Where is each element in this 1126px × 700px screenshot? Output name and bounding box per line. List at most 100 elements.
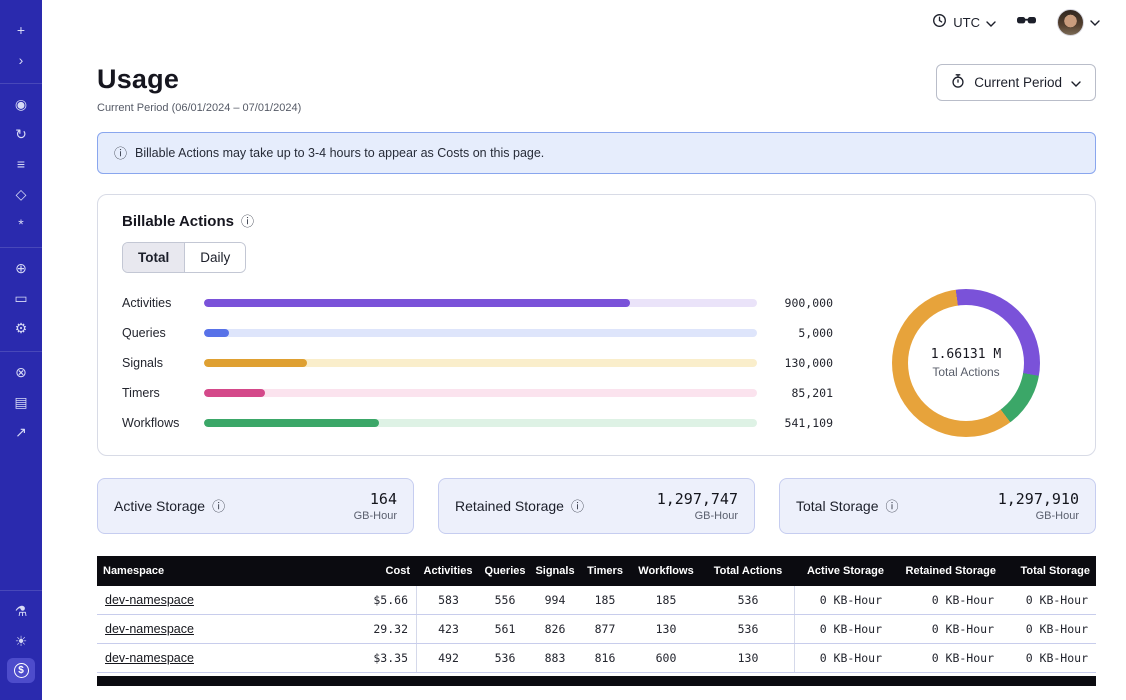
cell-activities: 423 xyxy=(416,615,480,643)
sidebar-group-brand: +› xyxy=(0,10,42,79)
storage-card-retained-storage: Retained Storageⓘ1,297,747GB-Hour xyxy=(438,478,755,534)
user-menu[interactable] xyxy=(1057,9,1100,36)
period-selector-button[interactable]: Current Period xyxy=(936,64,1096,101)
column-header-cost: Cost xyxy=(352,556,416,586)
sidebar-item-settings-gear[interactable]: ⚙ xyxy=(7,315,35,340)
clock-icon xyxy=(932,13,947,31)
banner-text: Billable Actions may take up to 3-4 hour… xyxy=(135,146,544,160)
sidebar-item-billing-card[interactable]: ▭ xyxy=(7,285,35,310)
billable-chart: Activities900,000Queries5,000Signals130,… xyxy=(122,289,1071,437)
page-header: Usage Current Period (06/01/2024 – 07/01… xyxy=(97,64,1096,114)
user-avatar xyxy=(1057,9,1084,36)
storage-card-label: Total Storageⓘ xyxy=(796,498,899,514)
storage-unit: GB-Hour xyxy=(657,510,738,522)
goggles-icon xyxy=(1016,13,1037,32)
cell-total-actions: 130 xyxy=(702,644,794,672)
tab-daily[interactable]: Daily xyxy=(184,243,245,272)
info-icon[interactable]: ⓘ xyxy=(241,215,254,228)
sidebar-item-docs[interactable]: ▤ xyxy=(7,389,35,414)
cell-timers: 185 xyxy=(580,586,630,614)
sidebar-item-launch-arrow[interactable]: ↗ xyxy=(7,419,35,444)
cell-queries: 556 xyxy=(480,586,530,614)
cell-total-actions: 536 xyxy=(702,586,794,614)
storage-card-active-storage: Active Storageⓘ164GB-Hour xyxy=(97,478,414,534)
storage-label-text: Active Storage xyxy=(114,498,205,514)
bar-track xyxy=(204,329,757,337)
column-header-workflows: Workflows xyxy=(630,556,702,586)
billable-view-tabs: TotalDaily xyxy=(122,242,246,273)
sidebar-item-usage-dollar[interactable]: $ xyxy=(7,658,35,683)
donut-total-value: 1.66131 M xyxy=(931,347,1001,362)
cell-timers: 816 xyxy=(580,644,630,672)
bar-row-timers: Timers85,201 xyxy=(122,386,833,400)
cell-cost: 29.32 xyxy=(352,615,416,643)
sidebar-group-bottom: ⚗ ☀ $ xyxy=(0,590,42,690)
page-title-block: Usage Current Period (06/01/2024 – 07/01… xyxy=(97,64,301,114)
info-icon[interactable]: ⓘ xyxy=(571,500,584,513)
sidebar-item-expand-chevron[interactable]: › xyxy=(7,47,35,72)
table-row: dev-namespace$3.354925368838166001300 KB… xyxy=(97,644,1096,673)
namespace-link[interactable]: dev-namespace xyxy=(105,651,194,665)
table-row: dev-namespace$5.665835569941851855360 KB… xyxy=(97,586,1096,615)
cell-signals: 883 xyxy=(530,644,580,672)
cell-activities: 583 xyxy=(416,586,480,614)
sidebar-item-app-logo[interactable]: + xyxy=(7,17,35,42)
namespace-link[interactable]: dev-namespace xyxy=(105,593,194,607)
cell-active-storage: 0 KB-Hour xyxy=(794,615,890,643)
cell-workflows: 130 xyxy=(630,615,702,643)
target-icon: ◉ xyxy=(15,97,27,111)
bar-fill xyxy=(204,299,630,307)
cell-active-storage: 0 KB-Hour xyxy=(794,644,890,672)
sidebar-item-flask[interactable]: ⚗ xyxy=(7,598,35,623)
info-icon[interactable]: ⓘ xyxy=(886,500,899,513)
storage-card-total-storage: Total Storageⓘ 1,297,910GB-Hour xyxy=(779,478,1096,534)
info-icon[interactable]: ⓘ xyxy=(212,500,225,513)
tab-total[interactable]: Total xyxy=(123,243,184,272)
sidebar-item-target[interactable]: ◉ xyxy=(7,91,35,116)
storage-value: 164 xyxy=(354,490,397,508)
bar-row-signals: Signals130,000 xyxy=(122,356,833,370)
timezone-selector[interactable]: UTC xyxy=(932,13,996,31)
sidebar-item-history[interactable]: ↻ xyxy=(7,121,35,146)
page-title: Usage xyxy=(97,64,301,95)
cell-queries: 561 xyxy=(480,615,530,643)
stopwatch-icon xyxy=(951,73,965,92)
bar-track xyxy=(204,299,757,307)
bar-value: 130,000 xyxy=(769,356,833,370)
layers-icon: ≡ xyxy=(17,157,25,171)
launch-arrow-icon: ↗ xyxy=(15,425,27,439)
sidebar-item-sun[interactable]: ☀ xyxy=(7,628,35,653)
cell-total-storage: 0 KB-Hour xyxy=(1002,586,1096,614)
cell-active-storage: 0 KB-Hour xyxy=(794,586,890,614)
storage-card-value-block: 1,297,910GB-Hour xyxy=(998,490,1079,522)
cell-signals: 826 xyxy=(530,615,580,643)
sidebar-item-asterisk[interactable]: * xyxy=(7,211,35,236)
bar-value: 5,000 xyxy=(769,326,833,340)
column-header-namespace: Namespace xyxy=(97,556,352,586)
namespace-cell: dev-namespace xyxy=(97,644,352,672)
donut-total-label: Total Actions xyxy=(932,365,999,379)
column-header-signals: Signals xyxy=(530,556,580,586)
bar-row-workflows: Workflows541,109 xyxy=(122,416,833,430)
expand-chevron-icon: › xyxy=(19,53,24,67)
namespace-link[interactable]: dev-namespace xyxy=(105,622,194,636)
namespace-cell: dev-namespace xyxy=(97,586,352,614)
asterisk-icon: * xyxy=(18,217,23,231)
storage-value: 1,297,910 xyxy=(998,490,1079,508)
sidebar-item-layers[interactable]: ≡ xyxy=(7,151,35,176)
billing-card-icon: ▭ xyxy=(14,291,27,305)
bar-row-queries: Queries5,000 xyxy=(122,326,833,340)
sidebar-item-circle-x[interactable]: ⊗ xyxy=(7,359,35,384)
sidebar-item-cube[interactable]: ◇ xyxy=(7,181,35,206)
donut-chart: 1.66131 M Total Actions xyxy=(892,289,1040,437)
cell-workflows: 185 xyxy=(630,586,702,614)
docs-icon: ▤ xyxy=(14,395,27,409)
history-icon: ↻ xyxy=(15,127,27,141)
sidebar-group-secondary: ⊕ ▭ ⚙ xyxy=(0,247,42,347)
column-header-total-storage: Total Storage xyxy=(1002,556,1096,586)
sidebar-group-tertiary: ⊗ ▤ ↗ xyxy=(0,351,42,451)
flask-icon: ⚗ xyxy=(15,604,28,618)
bar-fill xyxy=(204,329,229,337)
goggles-button[interactable] xyxy=(1016,13,1037,32)
sidebar-item-globe[interactable]: ⊕ xyxy=(7,255,35,280)
